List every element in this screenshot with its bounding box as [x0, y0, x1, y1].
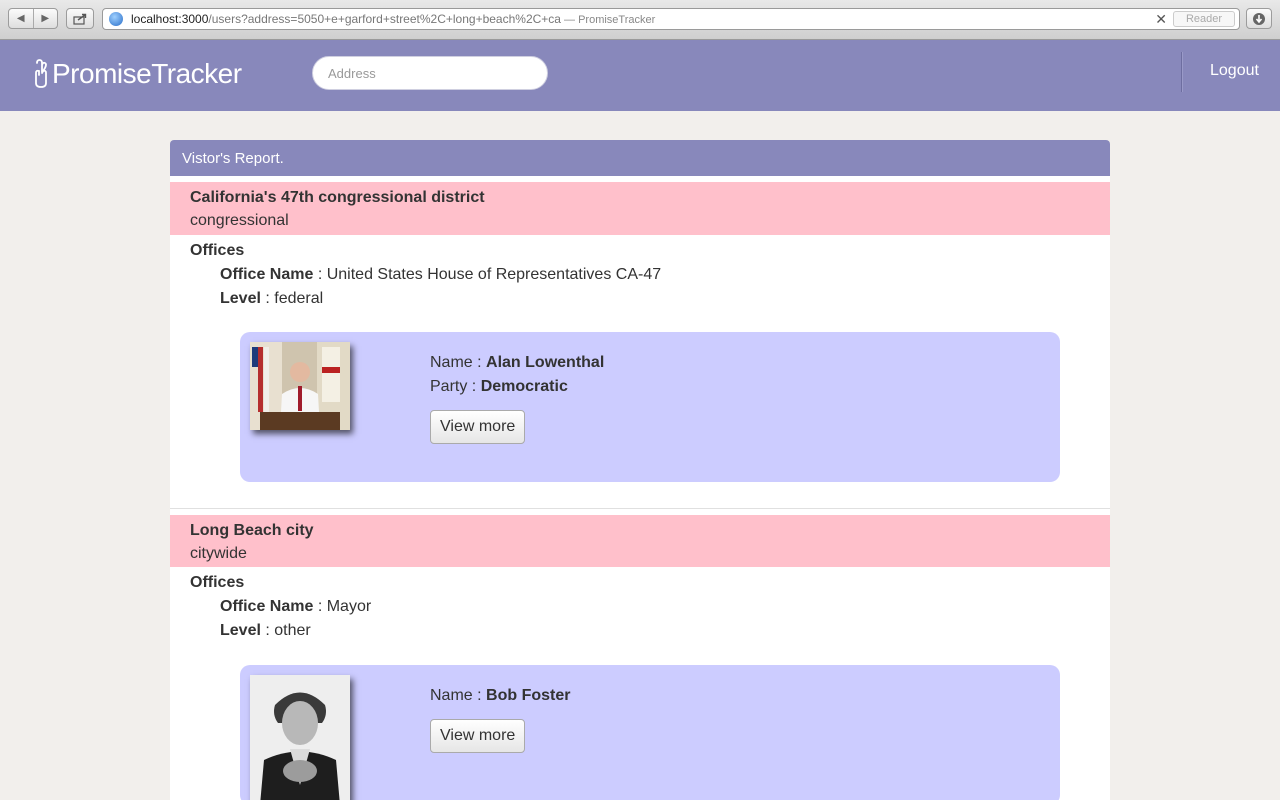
- office-name-label: Office Name: [220, 266, 314, 283]
- official-details: Name : Bob Foster View more: [430, 687, 570, 753]
- party-label: Party: [430, 378, 468, 395]
- app-header: PromiseTracker Logout: [0, 40, 1280, 111]
- official-name-row: Name : Bob Foster: [430, 687, 571, 704]
- official-details: Name : Alan Lowenthal Party : Democratic…: [430, 354, 604, 444]
- office-name-value: Mayor: [326, 598, 372, 615]
- official-party: Democratic: [480, 378, 568, 395]
- official-name: Alan Lowenthal: [486, 354, 605, 371]
- logo[interactable]: PromiseTracker: [32, 58, 242, 90]
- district-header: California's 47th congressional district…: [170, 182, 1110, 235]
- url-host: localhost:3000: [131, 12, 209, 26]
- page-title: — PromiseTracker: [560, 14, 656, 26]
- view-more-button[interactable]: View more: [430, 410, 526, 444]
- level-label: Level: [220, 290, 261, 307]
- logout-link[interactable]: Logout: [1210, 62, 1259, 80]
- level-row: Level : other: [220, 622, 311, 639]
- crossed-fingers-icon: [35, 59, 47, 88]
- district-divider: [170, 508, 1110, 509]
- url-text: localhost:3000/users?address=5050+e+garf…: [131, 12, 655, 26]
- url-path: /users?address=5050+e+garford+street%2C+…: [208, 12, 561, 26]
- logo-text: PromiseTracker: [52, 58, 242, 89]
- level-value: federal: [274, 290, 324, 307]
- browser-toolbar: ◀ ▶ localhost:3000/users?address=5050+e+…: [0, 0, 1280, 40]
- office-name-row: Office Name : United States House of Rep…: [220, 266, 662, 283]
- official-photo: [250, 342, 350, 430]
- level-value: other: [274, 622, 311, 639]
- name-label: Name: [430, 687, 473, 704]
- official-card: Name : Alan Lowenthal Party : Democratic…: [240, 332, 1060, 482]
- visitor-report: Vistor's Report. California's 47th congr…: [170, 140, 1110, 800]
- name-label: Name: [430, 354, 473, 371]
- official-party-row: Party : Democratic: [430, 378, 568, 395]
- back-arrow-icon[interactable]: ◀: [9, 9, 33, 28]
- official-name: Bob Foster: [486, 687, 571, 704]
- office-name-label: Office Name: [220, 598, 314, 615]
- district-header: Long Beach city citywide: [170, 515, 1110, 567]
- district-section: California's 47th congressional district…: [170, 182, 1110, 308]
- header-divider: [1181, 52, 1182, 92]
- offices-heading: Offices: [190, 242, 245, 259]
- level-row: Level : federal: [220, 290, 324, 307]
- address-bar[interactable]: localhost:3000/users?address=5050+e+garf…: [102, 8, 1240, 30]
- globe-icon: [109, 12, 123, 26]
- nav-buttons: ◀ ▶: [8, 8, 58, 29]
- official-card: Name : Bob Foster View more: [240, 665, 1060, 800]
- forward-arrow-icon[interactable]: ▶: [32, 9, 58, 28]
- district-section: Long Beach city citywide Offices Office …: [170, 515, 1110, 640]
- district-name: California's 47th congressional district: [190, 189, 485, 206]
- reader-button[interactable]: Reader: [1173, 11, 1235, 27]
- district-type: congressional: [190, 212, 289, 229]
- offices-heading: Offices: [190, 574, 245, 591]
- view-more-button[interactable]: View more: [430, 719, 526, 753]
- official-name-row: Name : Alan Lowenthal: [430, 354, 605, 371]
- report-title: Vistor's Report.: [170, 140, 1110, 176]
- district-type: citywide: [190, 545, 247, 562]
- office-name-row: Office Name : Mayor: [220, 598, 372, 615]
- office-name-value: United States House of Representatives C…: [326, 266, 662, 283]
- share-icon[interactable]: [66, 8, 94, 29]
- level-label: Level: [220, 622, 261, 639]
- official-photo: [250, 675, 350, 800]
- clear-url-icon[interactable]: ✕: [1155, 11, 1167, 28]
- download-icon[interactable]: [1246, 8, 1272, 29]
- district-name: Long Beach city: [190, 522, 314, 539]
- address-search-input[interactable]: [312, 56, 548, 90]
